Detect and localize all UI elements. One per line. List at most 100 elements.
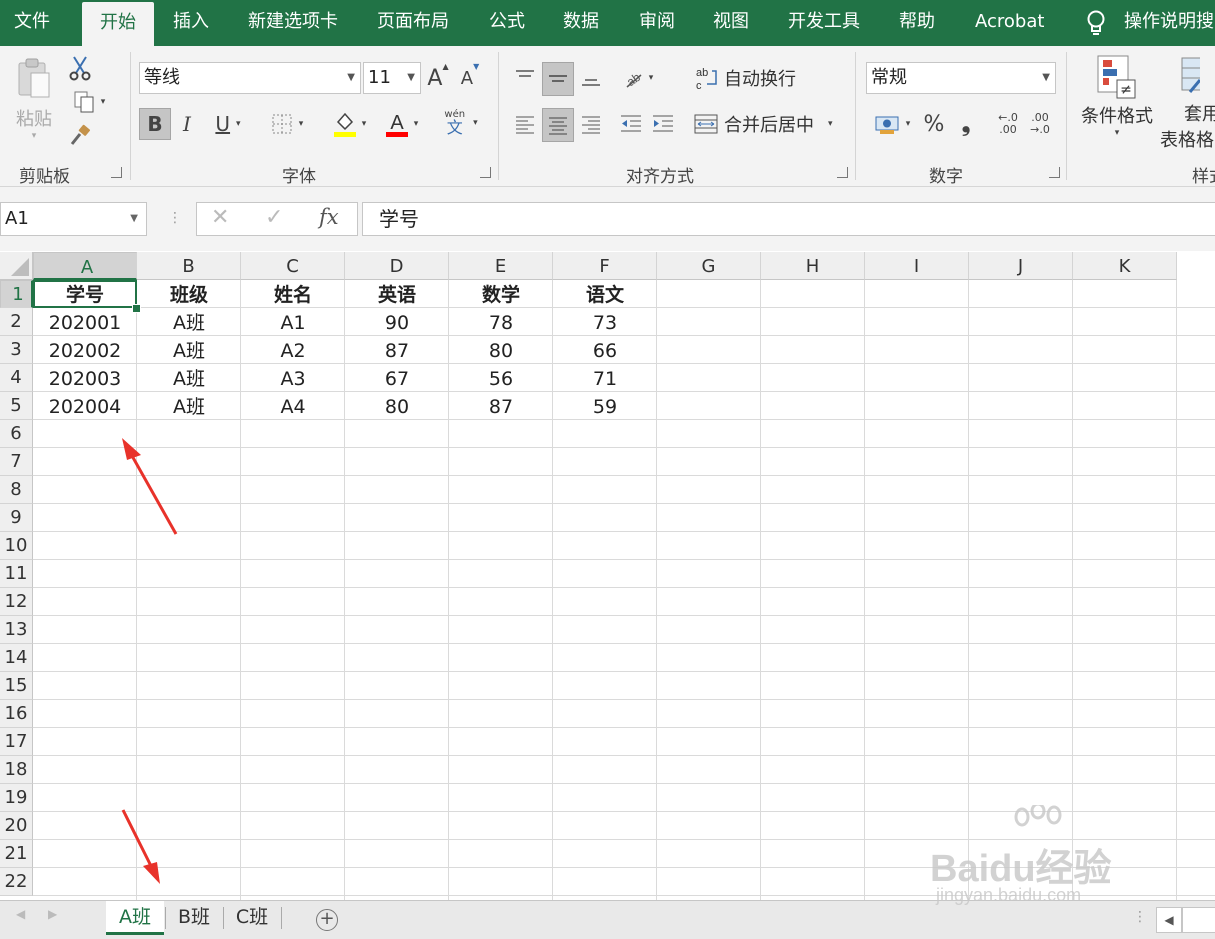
table-cell[interactable]: 202001 (33, 308, 137, 336)
table-cell[interactable]: 87 (345, 336, 449, 364)
fill-color-button[interactable]: ▾ (326, 106, 372, 142)
shrink-font-button[interactable]: A ▼ (458, 62, 482, 94)
table-cell[interactable]: A班 (137, 364, 241, 392)
font-name-select[interactable]: 等线 ▼ (139, 62, 361, 94)
table-header-cell[interactable]: 班级 (137, 280, 241, 308)
italic-button[interactable]: I (173, 108, 201, 140)
hscroll-left-icon[interactable]: ◀ (1156, 907, 1182, 933)
table-cell[interactable]: 90 (345, 308, 449, 336)
tab-formulas[interactable]: 公式 (489, 0, 525, 46)
row-header[interactable]: 13 (0, 616, 33, 644)
conditional-formatting-button[interactable]: ≠ 条件格式 ▾ (1076, 54, 1158, 154)
tell-me-search[interactable]: 操作说明搜 (1124, 0, 1214, 46)
cancel-icon[interactable]: ✕ (211, 205, 229, 230)
horizontal-scrollbar[interactable] (1182, 907, 1215, 933)
tab-developer[interactable]: 开发工具 (788, 0, 860, 46)
sheet-tab-b[interactable]: B班 (166, 901, 222, 935)
splitter-handle[interactable]: ⋮ (168, 208, 182, 228)
row-header[interactable]: 15 (0, 672, 33, 700)
row-header[interactable]: 3 (0, 336, 33, 364)
worksheet-grid[interactable]: ABCDEFGHIJK 1 2 3 4 5 6 7 8 9 10 11 12 13 14 15 16 17 18 1… (0, 252, 1215, 900)
column-header[interactable]: B (137, 252, 241, 280)
comma-button[interactable]: ❟ (952, 108, 980, 140)
scroll-left-icon[interactable]: ◀ (16, 907, 25, 921)
table-cell[interactable]: 202004 (33, 392, 137, 420)
row-header[interactable]: 6 (0, 420, 33, 448)
row-header[interactable]: 4 (0, 364, 33, 392)
table-cell[interactable]: 202002 (33, 336, 137, 364)
tab-file[interactable]: 文件 (14, 0, 50, 46)
column-header[interactable]: I (865, 252, 969, 280)
percent-button[interactable]: % (920, 108, 948, 140)
table-header-cell[interactable]: 姓名 (241, 280, 345, 308)
tab-new[interactable]: 新建选项卡 (248, 0, 338, 46)
row-header[interactable]: 22 (0, 868, 33, 896)
splitter-handle[interactable]: ⋮ (1133, 909, 1147, 925)
accounting-button[interactable]: ▾ (868, 108, 916, 140)
row-header[interactable]: 11 (0, 560, 33, 588)
copy-button[interactable]: ▾ (66, 88, 112, 116)
row-header[interactable]: 12 (0, 588, 33, 616)
sheet-tab-a[interactable]: A班 (106, 901, 164, 935)
increase-indent-button[interactable] (648, 108, 678, 140)
decrease-decimal-button[interactable]: .00 →.0 (1026, 108, 1054, 140)
row-header[interactable]: 18 (0, 756, 33, 784)
table-cell[interactable]: 66 (553, 336, 657, 364)
table-header-cell[interactable]: 语文 (553, 280, 657, 308)
number-launcher-icon[interactable] (1049, 167, 1060, 178)
table-cell[interactable]: 80 (345, 392, 449, 420)
row-header[interactable]: 5 (0, 392, 33, 420)
increase-decimal-button[interactable]: ←.0.00 (994, 108, 1022, 140)
table-cell[interactable]: 56 (449, 364, 553, 392)
column-header[interactable]: C (241, 252, 345, 280)
row-header[interactable]: 2 (0, 308, 33, 336)
table-cell[interactable]: 71 (553, 364, 657, 392)
decrease-indent-button[interactable] (616, 108, 646, 140)
align-bottom-button[interactable] (576, 62, 606, 94)
cut-button[interactable] (66, 54, 94, 82)
row-header[interactable]: 1 (0, 280, 33, 308)
row-header[interactable]: 9 (0, 504, 33, 532)
table-cell[interactable]: 67 (345, 364, 449, 392)
fill-handle[interactable] (132, 304, 141, 313)
tab-acrobat[interactable]: Acrobat (975, 0, 1044, 46)
tab-insert[interactable]: 插入 (173, 0, 209, 46)
align-left-button[interactable] (510, 108, 540, 140)
formula-input[interactable]: 学号 (362, 202, 1215, 236)
clipboard-launcher-icon[interactable] (111, 167, 122, 178)
table-header-cell[interactable]: 英语 (345, 280, 449, 308)
row-header[interactable]: 19 (0, 784, 33, 812)
table-cell[interactable]: 73 (553, 308, 657, 336)
column-header[interactable]: G (657, 252, 761, 280)
phonetic-button[interactable]: wén 文 ▾ (436, 104, 486, 142)
align-center-button[interactable] (542, 108, 574, 142)
tab-home[interactable]: 开始 (82, 2, 154, 46)
table-header-cell[interactable]: 数学 (449, 280, 553, 308)
table-cell[interactable]: A班 (137, 336, 241, 364)
row-header[interactable]: 10 (0, 532, 33, 560)
paste-button[interactable]: 粘贴 ▾ (12, 54, 56, 144)
format-as-table-button[interactable]: 套用 表格格 (1160, 54, 1215, 154)
row-header[interactable]: 7 (0, 448, 33, 476)
underline-button[interactable]: U ▾ (205, 108, 251, 140)
tab-help[interactable]: 帮助 (899, 0, 935, 46)
table-cell[interactable]: 80 (449, 336, 553, 364)
table-cell[interactable]: A1 (241, 308, 345, 336)
tab-view[interactable]: 视图 (713, 0, 749, 46)
column-header[interactable]: E (449, 252, 553, 280)
enter-icon[interactable]: ✓ (265, 205, 283, 230)
tab-page-layout[interactable]: 页面布局 (377, 0, 449, 46)
sheet-tab-c[interactable]: C班 (224, 901, 280, 935)
align-right-button[interactable] (576, 108, 606, 140)
column-header[interactable]: D (345, 252, 449, 280)
table-cell[interactable]: 59 (553, 392, 657, 420)
lightbulb-icon[interactable] (1084, 9, 1108, 42)
table-cell[interactable]: A3 (241, 364, 345, 392)
column-header[interactable]: F (553, 252, 657, 280)
add-sheet-icon[interactable]: + (316, 909, 338, 931)
merge-center-button[interactable]: 合并后居中 ▾ (694, 108, 844, 140)
row-header[interactable]: 16 (0, 700, 33, 728)
insert-function-icon[interactable]: fx (319, 205, 339, 229)
borders-button[interactable]: ▾ (262, 108, 312, 140)
scroll-right-icon[interactable]: ▶ (48, 907, 57, 921)
